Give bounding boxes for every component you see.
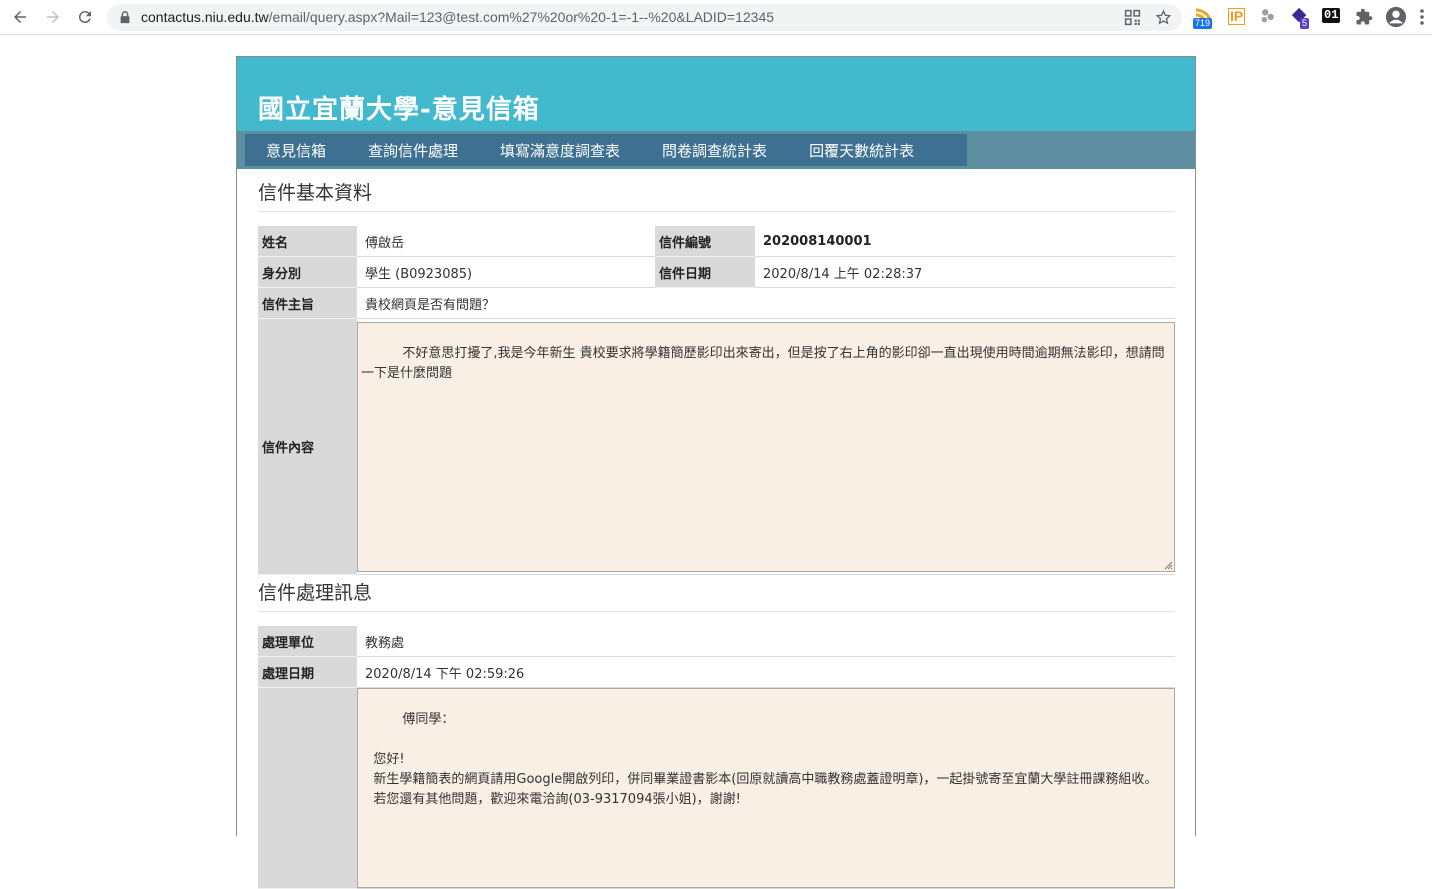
qr-code-icon[interactable] [1124,9,1141,26]
forward-arrow-icon [47,11,59,23]
avatar-icon [1385,6,1407,28]
reply-text: 傅同學： 您好! 新生學籍簡表的網頁請用Google開啟列印，併同畢業證書影本(… [373,712,1158,807]
name-value: 傅啟岳 [357,226,655,257]
mail-date-value: 2020/8/14 上午 02:28:37 [755,256,1175,288]
table-row: 處理單位 教務處 [258,626,1175,657]
mail-date-label: 信件日期 [655,256,755,288]
unit-value: 教務處 [357,626,1175,657]
subject-label: 信件主旨 [258,287,357,319]
lock-icon [120,11,130,24]
forward-button[interactable] [42,6,64,28]
nav-item-reply-days-statistics[interactable]: 回覆天數統計表 [788,140,935,161]
reply-textarea[interactable]: 傅同學： 您好! 新生學籍簡表的網頁請用Google開啟列印，併同畢業證書影本(… [357,688,1175,888]
url-text[interactable]: contactus.niu.edu.tw/email/query.aspx?Ma… [141,9,774,25]
nav-item-satisfaction-survey[interactable]: 填寫滿意度調查表 [479,140,641,161]
content-text: 不好意思打擾了,我是今年新生 貴校要求將學籍簡歷影印出來寄出，但是按了右上角的影… [361,345,1165,381]
table-row: 信件主旨 貴校網頁是否有問題？ [258,287,1175,319]
rss-extension-icon[interactable]: 719 [1193,6,1215,29]
resize-grip-icon[interactable] [1164,561,1173,570]
processing-date-value: 2020/8/14 下午 02:59:26 [357,656,1175,688]
kebab-menu-icon [1420,9,1424,25]
table-row: 傅同學： 您好! 新生學籍簡表的網頁請用Google開啟列印，併同畢業證書影本(… [258,687,1175,889]
content-label: 信件內容 [258,318,357,575]
processing-table: 處理單位 教務處 處理日期 2020/8/14 下午 02:59:26 傅同學：… [258,626,1175,889]
nav-item-survey-statistics[interactable]: 問卷調查統計表 [641,140,788,161]
reply-cell: 傅同學： 您好! 新生學籍簡表的網頁請用Google開啟列印，併同畢業證書影本(… [357,687,1175,889]
binary-extension-icon[interactable]: 01 [1322,6,1344,28]
identity-label: 身分別 [258,256,357,288]
browser-toolbar: contactus.niu.edu.tw/email/query.aspx?Ma… [0,0,1432,35]
url-path: /email/query.aspx?Mail=123@test.com%27%2… [268,9,775,25]
back-button[interactable] [9,6,31,28]
mail-info-section-title: 信件基本資料 [258,178,1175,212]
mail-info-table: 姓名 傅啟岳 信件編號 202008140001 身分別 學生 (B092308… [258,226,1175,575]
extensions-menu-button[interactable] [1355,6,1377,28]
gear-cluster-icon [1261,9,1274,23]
bookmark-star-icon[interactable] [1155,9,1172,26]
back-arrow-icon [14,11,26,23]
mail-number-value: 202008140001 [755,226,1175,257]
table-row: 姓名 傅啟岳 信件編號 202008140001 [258,226,1175,257]
binary-label: 01 [1322,8,1341,23]
content-textarea[interactable]: 不好意思打擾了,我是今年新生 貴校要求將學籍簡歷影印出來寄出，但是按了右上角的影… [357,321,1175,572]
rss-badge: 719 [1193,18,1213,29]
page-container: 國立宜蘭大學-意見信箱 意見信箱 查詢信件處理 填寫滿意度調查表 問卷調查統計表… [236,56,1196,889]
main-nav: 意見信箱 查詢信件處理 填寫滿意度調查表 問卷調查統計表 回覆天數統計表 [237,131,1195,169]
site-title: 國立宜蘭大學-意見信箱 [258,95,540,125]
reload-icon [78,11,91,24]
reload-button[interactable] [74,6,96,28]
diamond-badge: 5 [1300,18,1310,29]
ip-extension-icon[interactable]: IP [1227,6,1249,28]
reply-label [258,687,357,889]
table-row: 信件內容 不好意思打擾了,我是今年新生 貴校要求將學籍簡歷影印出來寄出，但是按了… [258,318,1175,575]
browser-menu-button[interactable] [1419,6,1429,28]
puzzle-gray-extension-icon[interactable] [1258,6,1280,28]
table-row: 處理日期 2020/8/14 下午 02:59:26 [258,656,1175,688]
subject-value: 貴校網頁是否有問題？ [357,287,1175,319]
processing-date-label: 處理日期 [258,656,357,688]
diamond-extension-icon[interactable]: 5 [1290,6,1312,29]
site-header: 國立宜蘭大學-意見信箱 [237,57,1195,131]
mail-number-label: 信件編號 [655,226,755,257]
nav-item-feedback-mailbox[interactable]: 意見信箱 [245,140,347,161]
url-host: contactus.niu.edu.tw [141,9,269,25]
profile-button[interactable] [1385,6,1407,28]
unit-label: 處理單位 [258,626,357,657]
ip-label: IP [1228,8,1246,25]
table-row: 身分別 學生 (B0923085) 信件日期 2020/8/14 上午 02:2… [258,256,1175,288]
main-nav-menu: 意見信箱 查詢信件處理 填寫滿意度調查表 問卷調查統計表 回覆天數統計表 [245,134,967,166]
processing-section-title: 信件處理訊息 [258,578,1175,612]
identity-value: 學生 (B0923085) [357,256,655,288]
puzzle-icon [1356,8,1373,25]
address-bar[interactable]: contactus.niu.edu.tw/email/query.aspx?Ma… [107,4,1182,31]
name-label: 姓名 [258,226,357,257]
content-cell: 不好意思打擾了,我是今年新生 貴校要求將學籍簡歷影印出來寄出，但是按了右上角的影… [357,318,1175,575]
nav-item-query-mail[interactable]: 查詢信件處理 [347,140,479,161]
